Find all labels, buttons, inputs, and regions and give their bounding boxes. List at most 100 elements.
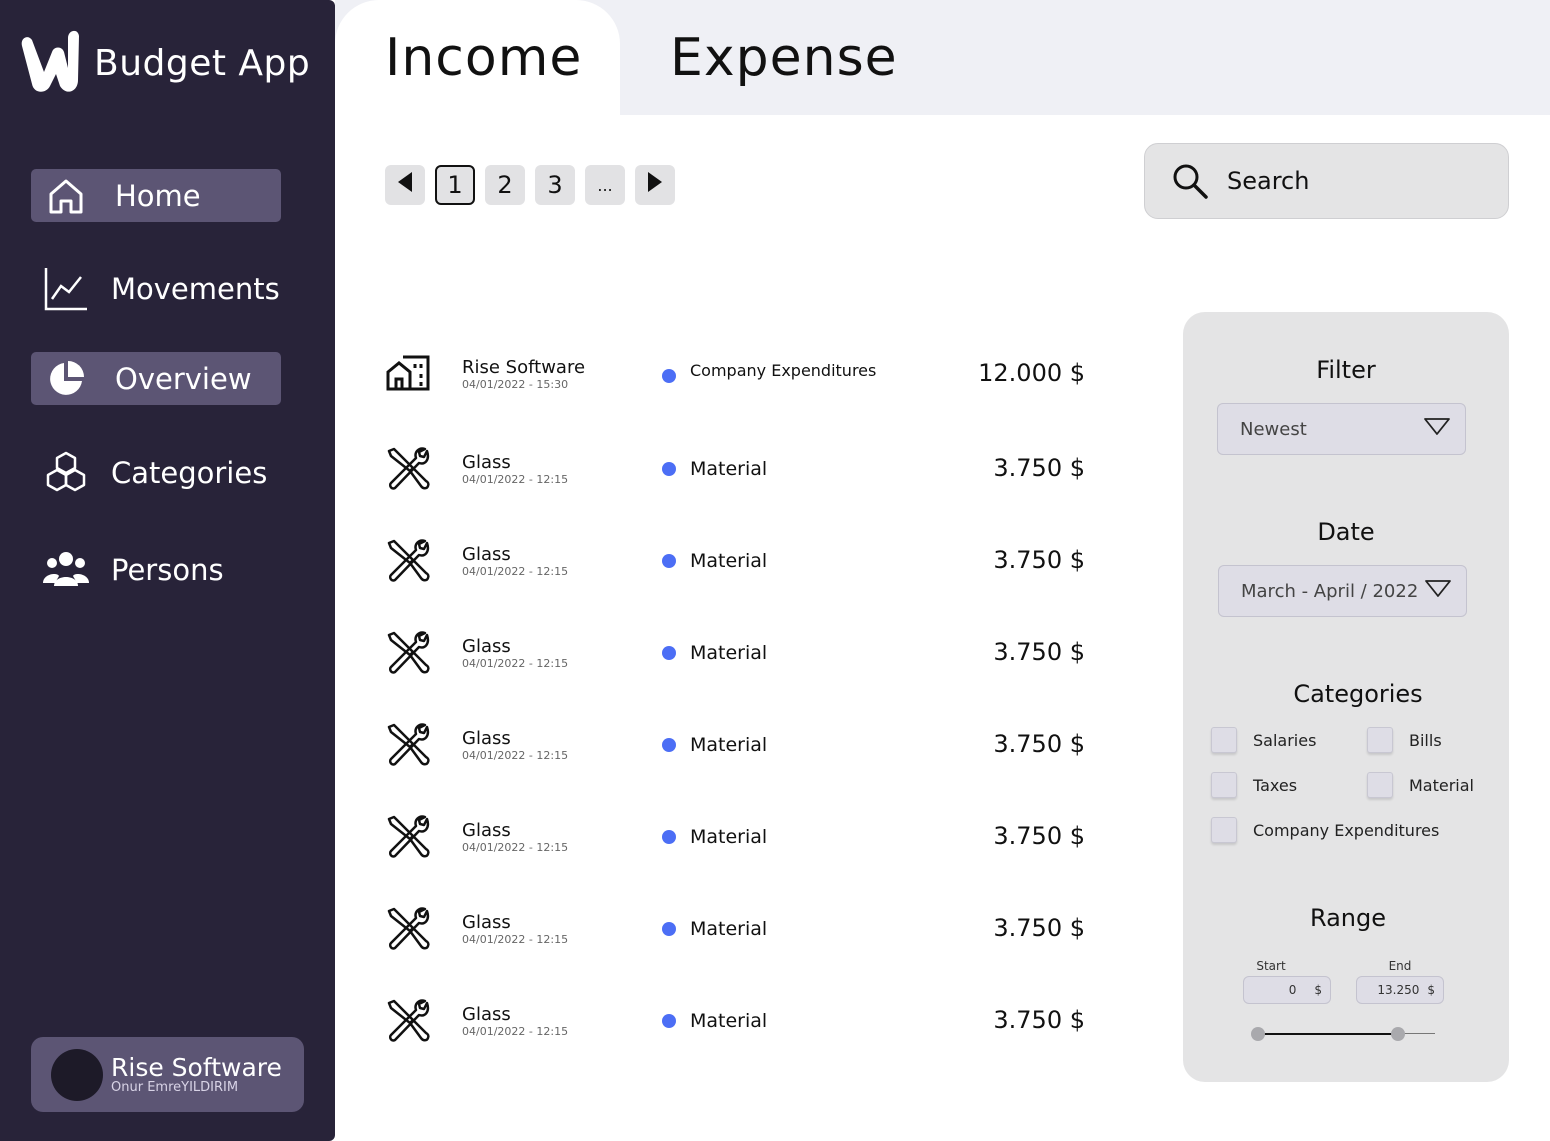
- search-input[interactable]: [1227, 167, 1487, 195]
- transaction-name: Glass: [462, 728, 511, 749]
- currency-symbol: $: [1427, 983, 1435, 997]
- sidebar-item-home[interactable]: Home: [31, 169, 281, 222]
- category-option-material[interactable]: Material: [1367, 772, 1474, 798]
- material-checkbox[interactable]: [1367, 772, 1393, 798]
- prev-page-button[interactable]: [385, 165, 425, 205]
- transaction-date: 04/01/2022 - 15:30: [462, 378, 569, 391]
- cubes-icon: [41, 448, 91, 498]
- transaction-date: 04/01/2022 - 12:15: [462, 565, 569, 578]
- transaction-row[interactable]: Glass 04/01/2022 - 12:15 Material 3.750 …: [385, 699, 1085, 791]
- range-start-input[interactable]: 0 $: [1243, 976, 1331, 1004]
- user-profile[interactable]: Rise Software Onur EmreYILDIRIM: [31, 1037, 304, 1112]
- transaction-date: 04/01/2022 - 12:15: [462, 473, 569, 486]
- profile-subtitle: Onur EmreYILDIRIM: [111, 1079, 239, 1095]
- tools-icon: [385, 907, 431, 953]
- range-start-value: 0: [1288, 983, 1297, 997]
- profile-text: Rise Software Onur EmreYILDIRIM: [111, 1052, 282, 1095]
- sidebar-item-label: Categories: [111, 455, 268, 490]
- tools-icon: [385, 723, 431, 769]
- checkbox-label: Company Expenditures: [1253, 820, 1440, 840]
- transaction-row[interactable]: Glass 04/01/2022 - 12:15 Material 3.750 …: [385, 515, 1085, 607]
- category-dot: [662, 462, 676, 476]
- transaction-name: Glass: [462, 820, 511, 841]
- transaction-category: Material: [690, 1010, 768, 1032]
- taxes-checkbox[interactable]: [1211, 772, 1237, 798]
- date-title: Date: [1317, 518, 1375, 546]
- page-ellipsis-button[interactable]: ...: [585, 165, 625, 205]
- transaction-category: Material: [690, 642, 768, 664]
- sidebar: Budget App Home Movements Overview Categ…: [0, 0, 335, 1141]
- pagination: 1 2 3 ...: [385, 165, 685, 205]
- sort-dropdown[interactable]: Newest: [1217, 403, 1466, 455]
- page-button-3[interactable]: 3: [535, 165, 575, 205]
- building-icon: [385, 352, 431, 398]
- sidebar-item-persons[interactable]: Persons: [31, 543, 281, 596]
- range-slider-track[interactable]: [1258, 1033, 1398, 1035]
- range-start-handle[interactable]: [1251, 1027, 1265, 1041]
- date-value: March - April / 2022: [1241, 580, 1419, 602]
- transaction-row[interactable]: Glass 04/01/2022 - 12:15 Material 3.750 …: [385, 791, 1085, 883]
- range-start-label: Start: [1256, 959, 1286, 973]
- chevron-down-icon: [1423, 417, 1451, 442]
- page-button-2[interactable]: 2: [485, 165, 525, 205]
- pie-chart-icon: [41, 354, 91, 404]
- transaction-amount: 3.750 $: [993, 914, 1085, 942]
- transaction-amount: 3.750 $: [993, 546, 1085, 574]
- categories-title: Categories: [1293, 680, 1423, 708]
- transaction-row[interactable]: Glass 04/01/2022 - 12:15 Material 3.750 …: [385, 883, 1085, 975]
- salaries-checkbox[interactable]: [1211, 727, 1237, 753]
- transaction-name: Rise Software: [462, 357, 586, 378]
- checkbox-label: Bills: [1409, 730, 1442, 750]
- transaction-amount: 3.750 $: [993, 730, 1085, 758]
- category-dot: [662, 922, 676, 936]
- transaction-row[interactable]: Glass 04/01/2022 - 12:15 Material 3.750 …: [385, 607, 1085, 699]
- search-icon: [1171, 162, 1209, 200]
- transaction-category: Company Expenditures: [690, 361, 877, 380]
- category-option-taxes[interactable]: Taxes: [1211, 772, 1297, 798]
- transaction-row[interactable]: Glass 04/01/2022 - 12:15 Material 3.750 …: [385, 423, 1085, 515]
- sidebar-item-overview[interactable]: Overview: [31, 352, 281, 405]
- app-title: Budget App: [94, 42, 311, 84]
- home-icon: [41, 171, 91, 221]
- range-end-input[interactable]: 13.250 $: [1356, 976, 1444, 1004]
- category-dot: [662, 830, 676, 844]
- range-end-value: 13.250: [1377, 983, 1420, 997]
- tab-income[interactable]: Income: [335, 0, 620, 115]
- page-button-1[interactable]: 1: [435, 165, 475, 205]
- transaction-row[interactable]: Rise Software 04/01/2022 - 15:30 Company…: [385, 328, 1085, 420]
- transaction-amount: 3.750 $: [993, 454, 1085, 482]
- next-page-button[interactable]: [635, 165, 675, 205]
- triangle-left-icon: [396, 170, 414, 200]
- category-option-bills[interactable]: Bills: [1367, 727, 1442, 753]
- tools-icon: [385, 815, 431, 861]
- chevron-down-icon: [1424, 579, 1452, 604]
- transaction-name: Glass: [462, 1004, 511, 1025]
- profile-name: Rise Software: [111, 1052, 282, 1082]
- transaction-amount: 3.750 $: [993, 822, 1085, 850]
- range-end-handle[interactable]: [1391, 1027, 1405, 1041]
- tools-icon: [385, 447, 431, 493]
- transaction-category: Material: [690, 826, 768, 848]
- tab-expense[interactable]: Expense: [670, 0, 898, 115]
- search-box[interactable]: [1144, 143, 1509, 219]
- transaction-amount: 3.750 $: [993, 638, 1085, 666]
- checkbox-label: Material: [1409, 775, 1474, 795]
- transaction-category: Material: [690, 550, 768, 572]
- transaction-category: Material: [690, 458, 768, 480]
- sort-value: Newest: [1240, 418, 1307, 440]
- transaction-name: Glass: [462, 912, 511, 933]
- avatar[interactable]: [51, 1048, 103, 1101]
- transaction-name: Glass: [462, 544, 511, 565]
- sidebar-item-movements[interactable]: Movements: [31, 262, 281, 315]
- sidebar-item-label: Persons: [111, 552, 224, 587]
- category-option-company-expenditures[interactable]: Company Expenditures: [1211, 817, 1439, 843]
- sidebar-item-categories[interactable]: Categories: [31, 446, 281, 499]
- bills-checkbox[interactable]: [1367, 727, 1393, 753]
- category-option-salaries[interactable]: Salaries: [1211, 727, 1316, 753]
- company-expenditures-checkbox[interactable]: [1211, 817, 1237, 843]
- transaction-row[interactable]: Glass 04/01/2022 - 12:15 Material 3.750 …: [385, 975, 1085, 1067]
- date-dropdown[interactable]: March - April / 2022: [1218, 565, 1467, 617]
- filter-title: Filter: [1316, 356, 1376, 384]
- checkbox-label: Salaries: [1253, 730, 1317, 750]
- brand[interactable]: Budget App: [18, 28, 310, 98]
